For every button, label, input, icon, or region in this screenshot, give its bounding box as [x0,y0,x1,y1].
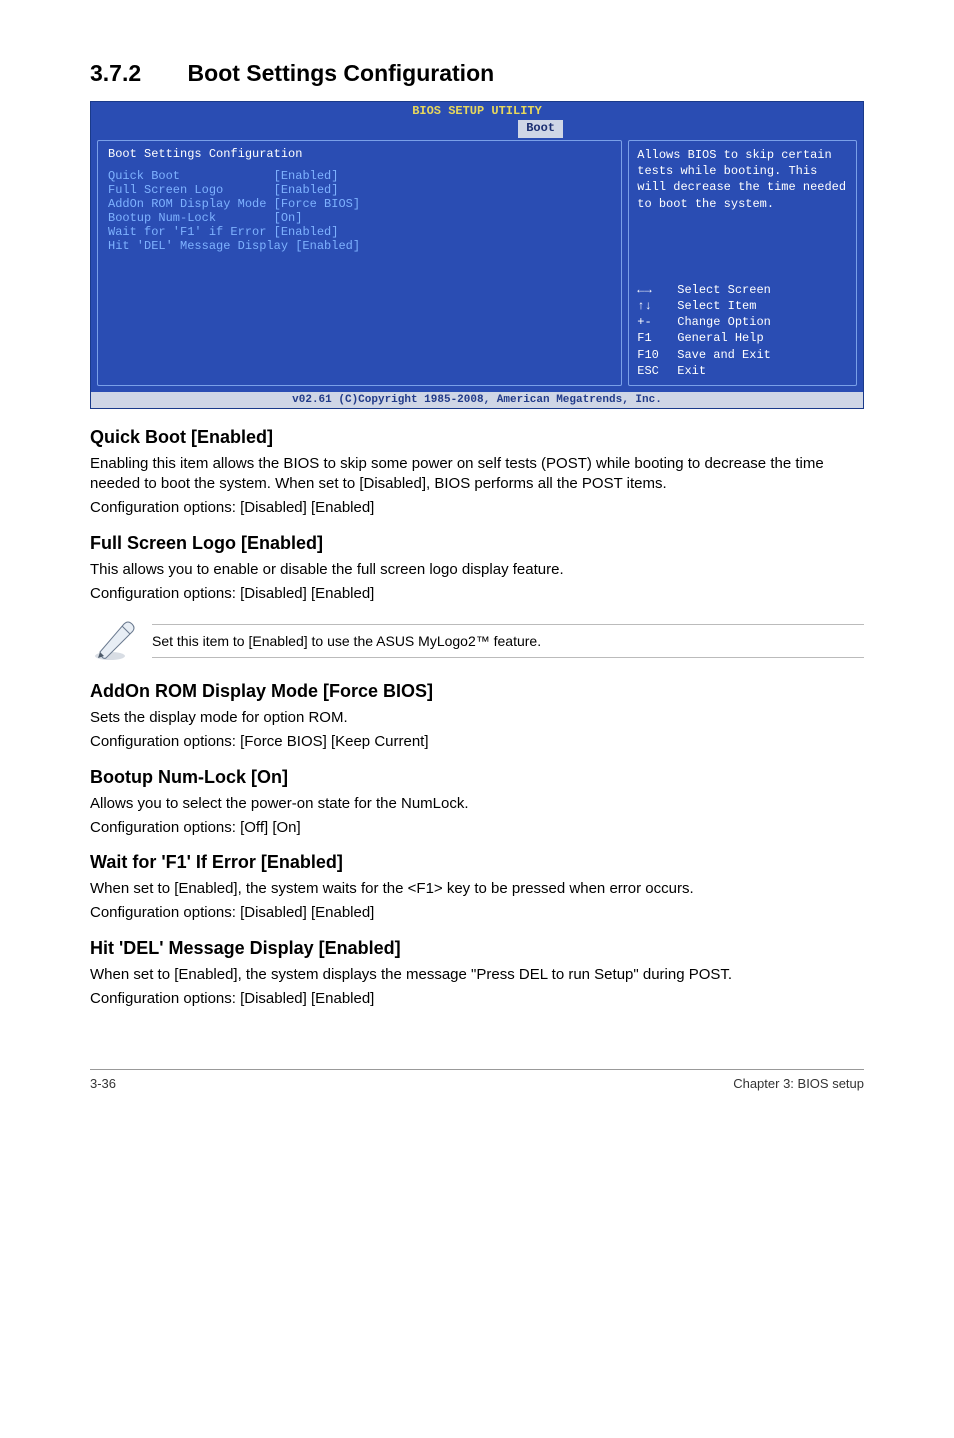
fullscreenlogo-desc: This allows you to enable or disable the… [90,560,864,580]
bios-screenshot: BIOS SETUP UTILITY Boot Boot Settings Co… [90,101,864,409]
hitdel-options: Configuration options: [Disabled] [Enabl… [90,989,864,1009]
numlock-desc: Allows you to select the power-on state … [90,794,864,814]
bios-title: BIOS SETUP UTILITY [91,102,863,120]
bios-help-text: Allows BIOS to skip certain tests while … [637,148,846,211]
bios-key-row: ESCExit [637,363,848,379]
quickboot-options: Configuration options: [Disabled] [Enabl… [90,498,864,518]
numlock-title: Bootup Num-Lock [On] [90,767,864,788]
pen-icon [90,614,138,667]
section-number: 3.7.2 [90,60,141,87]
addonrom-options: Configuration options: [Force BIOS] [Kee… [90,732,864,752]
bios-tab-boot: Boot [518,120,563,138]
bios-keys: ←→Select Screen ↑↓Select Item +-Change O… [637,282,848,379]
bios-copyright: v02.61 (C)Copyright 1985-2008, American … [91,392,863,408]
hitdel-desc: When set to [Enabled], the system displa… [90,965,864,985]
fullscreenlogo-options: Configuration options: [Disabled] [Enabl… [90,584,864,604]
bios-row: Wait for 'F1' if Error [Enabled] [108,225,611,239]
quickboot-desc: Enabling this item allows the BIOS to sk… [90,454,864,495]
bios-row: AddOn ROM Display Mode [Force BIOS] [108,197,611,211]
bios-row: Full Screen Logo [Enabled] [108,183,611,197]
bios-row: Quick Boot [Enabled] [108,169,611,183]
bios-key-row: F1General Help [637,330,848,346]
section-title: Boot Settings Configuration [188,60,495,87]
addonrom-title: AddOn ROM Display Mode [Force BIOS] [90,681,864,702]
page-footer: 3-36 Chapter 3: BIOS setup [90,1069,864,1091]
bios-row: Bootup Num-Lock [On] [108,211,611,225]
bios-key-row: +-Change Option [637,314,848,330]
bios-key-row: ↑↓Select Item [637,298,848,314]
bios-config-title: Boot Settings Configuration [108,147,611,161]
fullscreenlogo-title: Full Screen Logo [Enabled] [90,533,864,554]
numlock-options: Configuration options: [Off] [On] [90,818,864,838]
waitf1-title: Wait for 'F1' If Error [Enabled] [90,852,864,873]
hitdel-title: Hit 'DEL' Message Display [Enabled] [90,938,864,959]
section-heading: 3.7.2 Boot Settings Configuration [90,60,864,87]
page-number: 3-36 [90,1076,116,1091]
bios-right-panel: Allows BIOS to skip certain tests while … [628,140,857,386]
waitf1-desc: When set to [Enabled], the system waits … [90,879,864,899]
quickboot-title: Quick Boot [Enabled] [90,427,864,448]
waitf1-options: Configuration options: [Disabled] [Enabl… [90,903,864,923]
bios-key-row: ←→Select Screen [637,282,848,298]
bios-tab-row: Boot [91,120,863,138]
bios-row: Hit 'DEL' Message Display [Enabled] [108,239,611,253]
bios-key-row: F10Save and Exit [637,347,848,363]
addonrom-desc: Sets the display mode for option ROM. [90,708,864,728]
note-text: Set this item to [Enabled] to use the AS… [152,624,864,658]
note-box: Set this item to [Enabled] to use the AS… [90,614,864,667]
chapter-label: Chapter 3: BIOS setup [733,1076,864,1091]
bios-left-panel: Boot Settings Configuration Quick Boot [… [97,140,622,386]
bios-help-box: Allows BIOS to skip certain tests while … [628,140,857,386]
